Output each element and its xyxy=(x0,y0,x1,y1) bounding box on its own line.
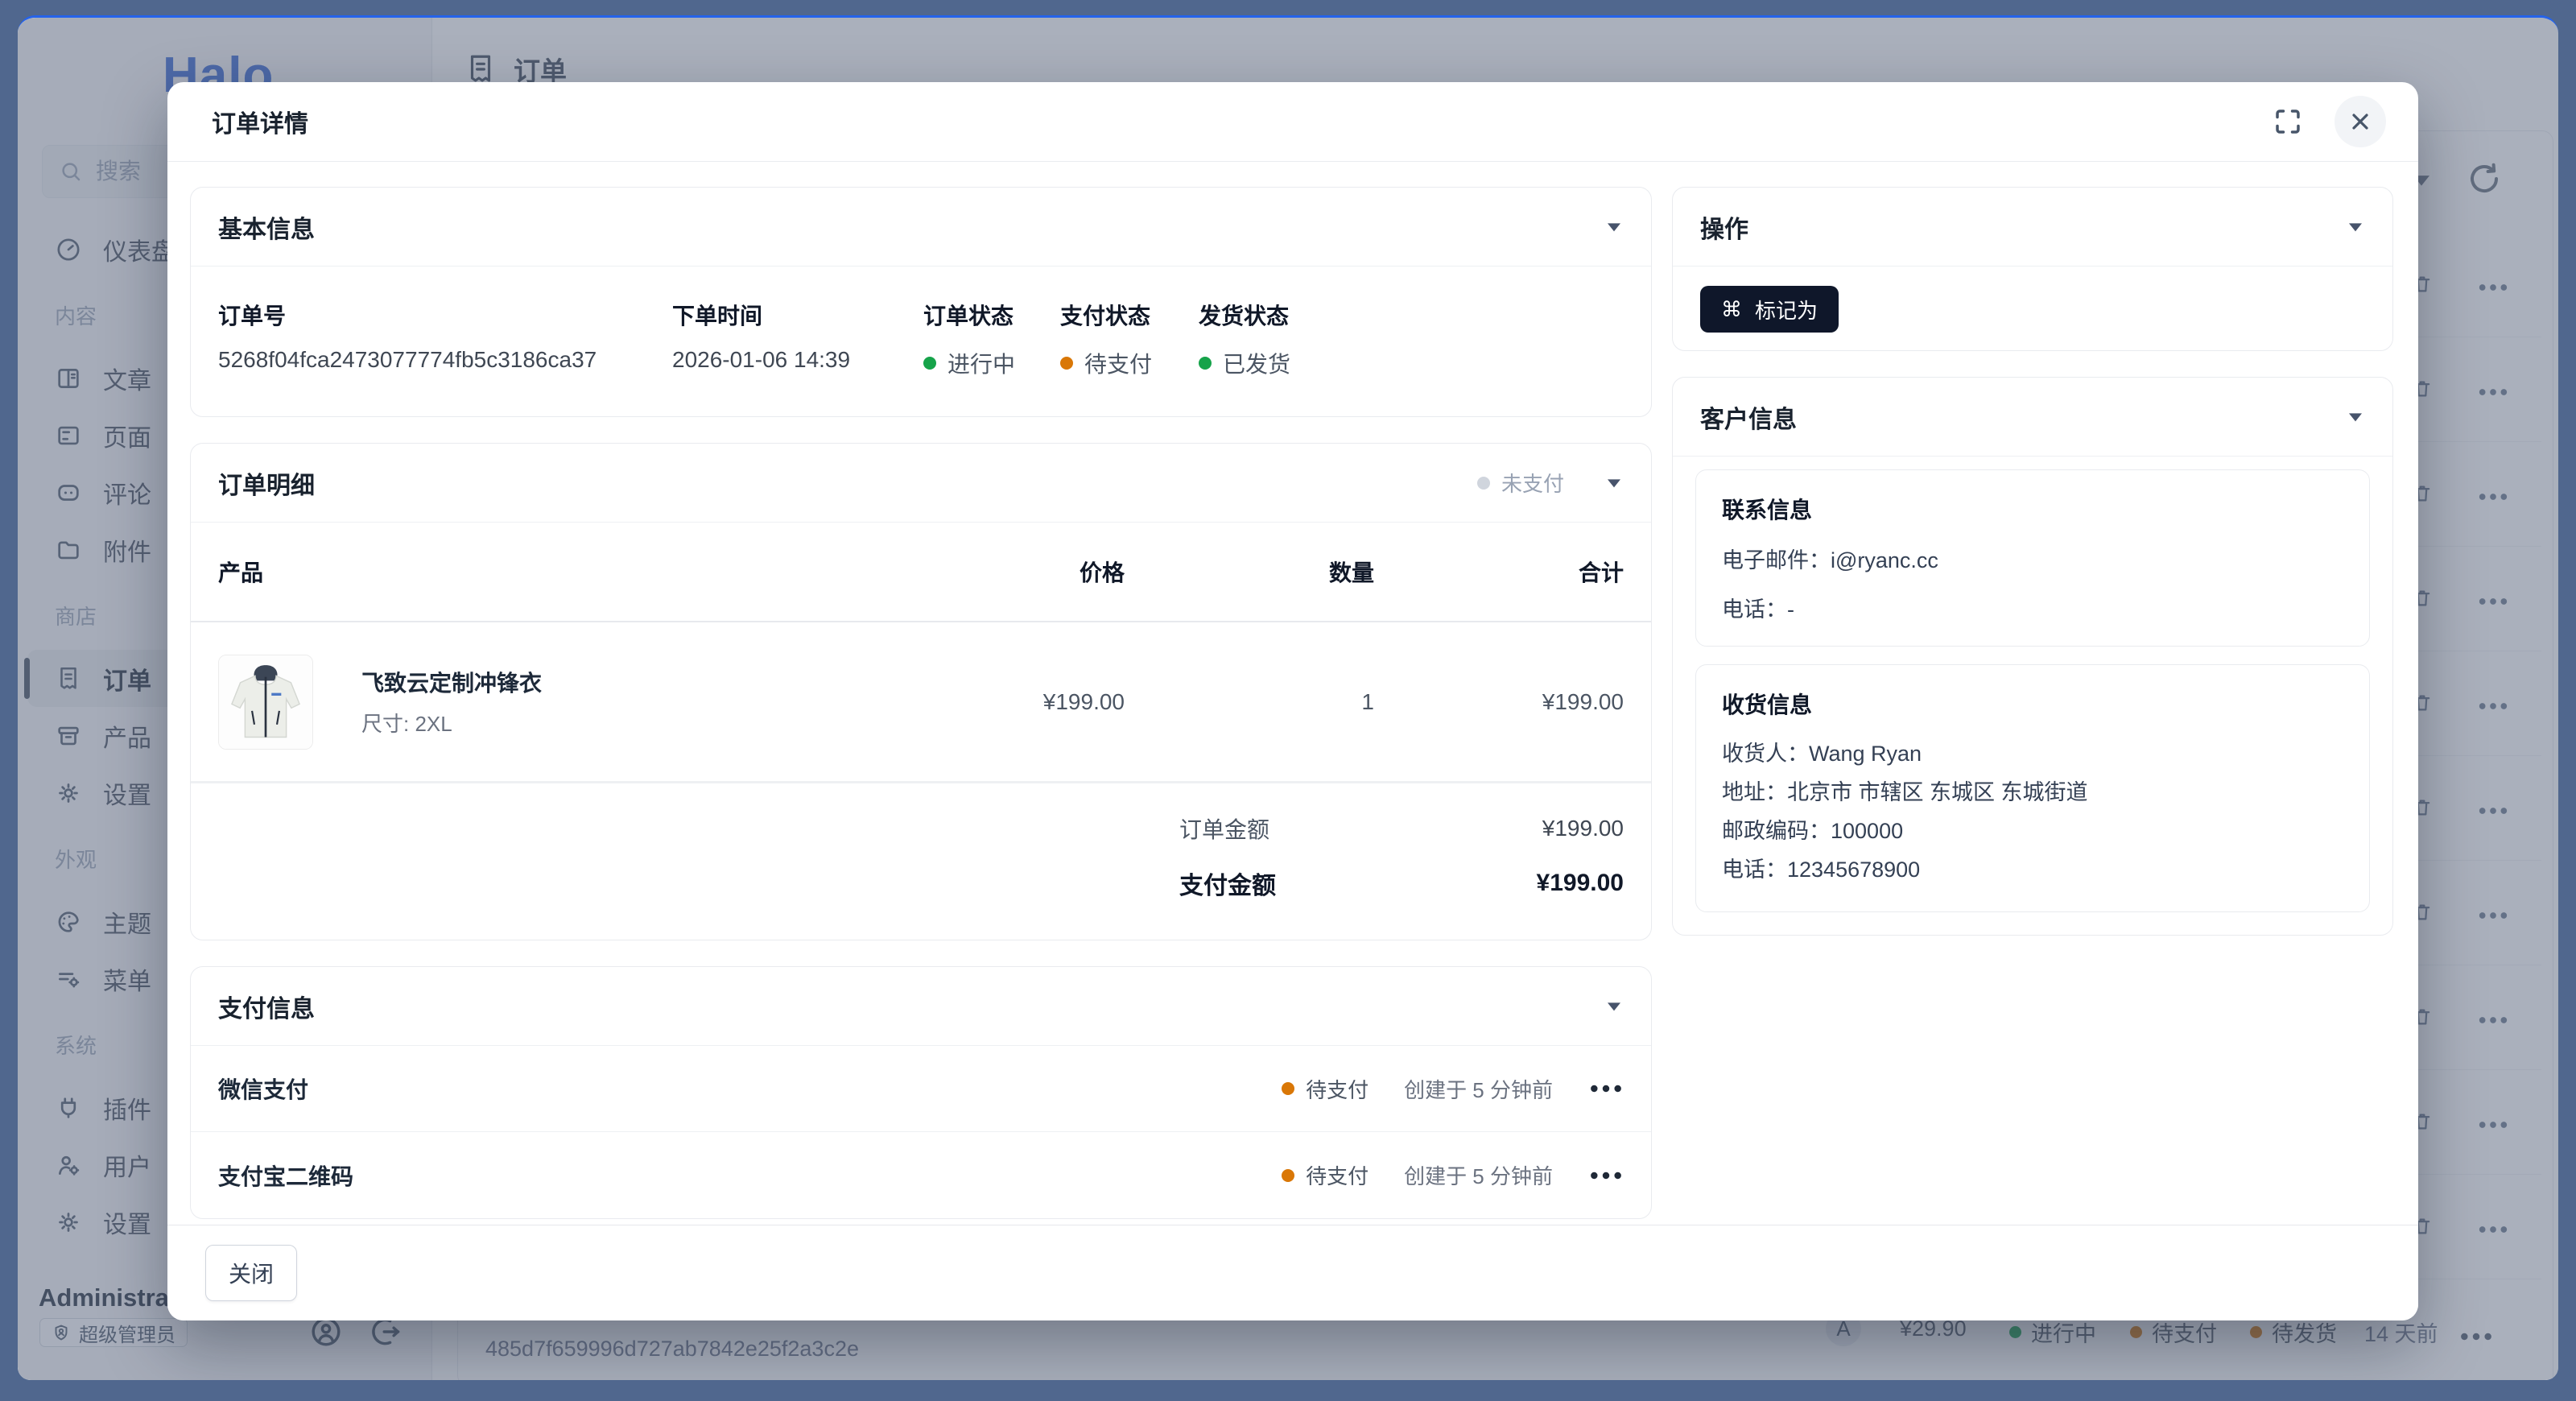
status-dot-green xyxy=(923,357,936,370)
field-pay-status: 支付状态 待支付 xyxy=(1060,299,1199,379)
order-detail-modal: 订单详情 基本信息 xyxy=(167,82,2418,1320)
mark-as-button[interactable]: ⌘ 标记为 xyxy=(1700,286,1839,333)
desktop: Halo 仪表盘 内容 文章 页面 xyxy=(0,0,2576,1401)
payment-info-title: 支付信息 xyxy=(218,989,315,1024)
app-window: Halo 仪表盘 内容 文章 页面 xyxy=(18,15,2558,1380)
basic-info-title: 基本信息 xyxy=(218,209,315,245)
payment-row-wechat: 微信支付 待支付 创建于 5 分钟前 xyxy=(191,1046,1651,1132)
modal-footer: 关闭 xyxy=(167,1225,2418,1320)
field-ship-status: 发货状态 已发货 xyxy=(1199,299,1290,379)
status-dot-green xyxy=(1199,357,1212,370)
close-modal-button[interactable]: 关闭 xyxy=(205,1245,297,1301)
order-items-title: 订单明细 xyxy=(218,465,315,501)
basic-info-card: 基本信息 订单号 5268f04fca2473077774fb5c3186ca3… xyxy=(190,187,1652,417)
modal-title: 订单详情 xyxy=(212,104,308,139)
modal-header: 订单详情 xyxy=(167,82,2418,162)
field-order-status: 订单状态 进行中 xyxy=(923,299,1060,379)
items-table-header: 产品 价格 数量 合计 xyxy=(191,523,1651,622)
item-qty: 1 xyxy=(1125,689,1374,715)
field-order-no: 订单号 5268f04fca2473077774fb5c3186ca37 xyxy=(218,299,672,379)
fullscreen-icon xyxy=(2273,106,2303,137)
customer-info-card: 客户信息 联系信息 电子邮件：i@ryanc.cc 电话：- xyxy=(1672,377,2393,936)
actions-title: 操作 xyxy=(1700,209,1748,245)
modal-body: 基本信息 订单号 5268f04fca2473077774fb5c3186ca3… xyxy=(167,163,2418,1225)
collapse-caret-icon[interactable] xyxy=(1604,477,1624,490)
fullscreen-button[interactable] xyxy=(2262,96,2314,147)
collapse-caret-icon[interactable] xyxy=(1604,221,1624,234)
order-items-card: 订单明细 未支付 产品 价格 xyxy=(190,443,1652,940)
close-button[interactable] xyxy=(2334,96,2386,147)
collapse-caret-icon[interactable] xyxy=(2346,221,2365,234)
product-name: 飞致云定制冲锋衣 xyxy=(361,666,542,698)
summary-pay-amount: 支付金额 ¥199.00 xyxy=(218,866,1624,901)
contact-email: 电子邮件：i@ryanc.cc xyxy=(1722,543,2343,574)
actions-card: 操作 ⌘ 标记为 xyxy=(1672,187,2393,351)
collapse-caret-icon[interactable] xyxy=(2346,411,2365,424)
item-row: 飞致云定制冲锋衣 尺寸: 2XL ¥199.00 1 ¥199.00 xyxy=(191,622,1651,783)
row-actions-icon[interactable] xyxy=(1588,1158,1624,1193)
status-dot-gray xyxy=(1477,477,1490,490)
item-total: ¥199.00 xyxy=(1374,689,1624,715)
summary-order-amount: 订单金额 ¥199.00 xyxy=(218,812,1624,845)
row-actions-icon[interactable] xyxy=(1588,1071,1624,1106)
shipping-phone: 电话：12345678900 xyxy=(1722,850,2343,889)
command-icon: ⌘ xyxy=(1721,297,1742,322)
product-spec: 尺寸: 2XL xyxy=(361,708,542,738)
status-dot-orange xyxy=(1282,1169,1294,1182)
product-image xyxy=(218,655,313,750)
status-dot-orange xyxy=(1282,1082,1294,1095)
shipping-address: 地址：北京市 市辖区 东城区 东城街道 xyxy=(1722,773,2343,812)
shipping-receiver: 收货人：Wang Ryan xyxy=(1722,734,2343,773)
jacket-image xyxy=(219,655,312,749)
contact-info: 联系信息 电子邮件：i@ryanc.cc 电话：- xyxy=(1695,469,2370,647)
shipping-info: 收货信息 收货人：Wang Ryan 地址：北京市 市辖区 东城区 东城街道 邮… xyxy=(1695,664,2370,912)
collapse-caret-icon[interactable] xyxy=(1604,1000,1624,1013)
field-order-time: 下单时间 2026-01-06 14:39 xyxy=(672,299,923,379)
contact-phone: 电话：- xyxy=(1722,592,2343,623)
payment-row-alipay: 支付宝二维码 待支付 创建于 5 分钟前 xyxy=(191,1132,1651,1218)
close-icon xyxy=(2347,109,2373,134)
shipping-zip: 邮政编码：100000 xyxy=(1722,812,2343,850)
status-dot-orange xyxy=(1060,357,1073,370)
item-price: ¥199.00 xyxy=(786,689,1125,715)
unpaid-badge: 未支付 xyxy=(1477,468,1564,498)
order-summary: 订单金额 ¥199.00 支付金额 ¥199.00 xyxy=(191,783,1651,940)
customer-info-title: 客户信息 xyxy=(1700,399,1797,435)
payment-info-card: 支付信息 微信支付 待支付 xyxy=(190,966,1652,1219)
